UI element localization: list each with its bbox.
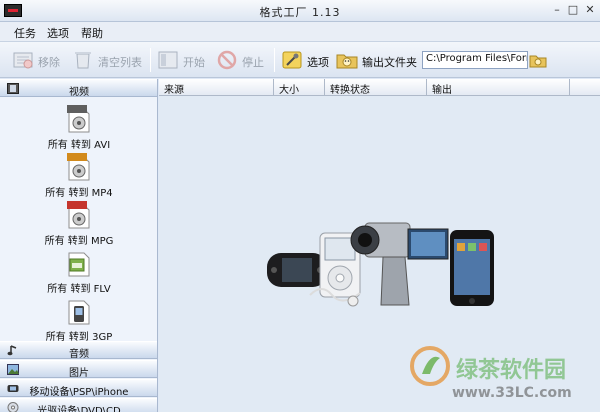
clear-list-button[interactable]: 清空列表 [72, 50, 146, 70]
format-item-avi[interactable]: 所有 转到 AVI [0, 103, 157, 151]
watermark-url: www.33LC.com [452, 385, 572, 401]
start-icon [158, 51, 178, 69]
stop-button[interactable]: 停止 [216, 50, 268, 70]
sidebar: 视频 所有 转到 AVI 所有 转到 MP4 所有 转到 MPG 所有 转到 F… [0, 79, 158, 412]
column-header-label: 大小 [279, 85, 299, 96]
options-icon [282, 51, 302, 69]
column-header-source[interactable]: 来源 [159, 79, 274, 96]
category-image[interactable]: 图片 [0, 360, 157, 379]
menu-task[interactable]: 任务 [14, 25, 36, 41]
menu-options[interactable]: 选项 [47, 25, 69, 41]
minimize-button[interactable]: – [549, 3, 565, 17]
format-item-mpg[interactable]: 所有 转到 MPG [0, 199, 157, 247]
category-video[interactable]: 视频 [0, 79, 157, 98]
column-header-label: 来源 [164, 85, 184, 96]
clear-list-icon [75, 52, 91, 69]
format-item-label: 所有 转到 AVI [47, 140, 111, 151]
folder-icon [336, 54, 358, 69]
format-item-3gp[interactable]: 所有 转到 3GP [0, 295, 157, 343]
start-label: 开始 [183, 56, 205, 69]
toolbar-separator [150, 48, 151, 72]
toolbar-separator [274, 48, 275, 72]
remove-icon [13, 52, 33, 69]
start-button[interactable]: 开始 [157, 50, 209, 70]
mpg-file-icon [67, 201, 90, 229]
category-image-label: 图片 [69, 368, 89, 379]
title-bar: 格式工厂 1.13 – □ ✕ [0, 0, 600, 22]
category-mobile-device-label: 移动设备\PSP\iPhone [29, 387, 129, 398]
clear-list-label: 清空列表 [98, 56, 142, 69]
column-header-status[interactable]: 转换状态 [325, 79, 427, 96]
close-button[interactable]: ✕ [582, 3, 598, 17]
3gp-file-icon [68, 300, 90, 325]
remove-label: 移除 [38, 56, 60, 69]
column-header-size[interactable]: 大小 [274, 79, 325, 96]
stop-icon [217, 50, 237, 70]
browse-folder-icon[interactable] [529, 51, 547, 69]
category-mobile-device[interactable]: 移动设备\PSP\iPhone [0, 379, 157, 398]
category-optical-device[interactable]: 光驱设备\DVD\CD [0, 398, 157, 412]
format-item-label: 所有 转到 MP4 [45, 188, 113, 199]
watermark-logo [410, 346, 450, 386]
category-optical-device-label: 光驱设备\DVD\CD [37, 406, 121, 412]
output-path-field[interactable]: C:\Program Files\Form [422, 51, 528, 69]
remove-button[interactable]: 移除 [12, 50, 64, 70]
mp4-file-icon [67, 153, 90, 181]
devices-illustration [267, 222, 494, 307]
output-folder-label: 输出文件夹 [362, 56, 417, 69]
options-button[interactable]: 选项 [281, 50, 329, 70]
menu-help[interactable]: 帮助 [81, 25, 103, 41]
format-item-flv[interactable]: 所有 转到 FLV [0, 247, 157, 295]
iphone-device-image [450, 230, 494, 306]
options-label: 选项 [307, 56, 329, 69]
flv-file-icon [68, 252, 90, 277]
camcorder-device-image [350, 222, 449, 306]
format-item-mp4[interactable]: 所有 转到 MP4 [0, 151, 157, 199]
format-item-label: 所有 转到 FLV [47, 284, 111, 295]
stop-label: 停止 [242, 56, 264, 69]
watermark-text: 绿茶软件园 [456, 358, 567, 383]
column-header-label: 转换状态 [330, 85, 370, 96]
column-header-label: 输出 [432, 85, 452, 96]
window-title: 格式工厂 1.13 [259, 6, 341, 19]
column-header-filler [570, 79, 600, 96]
menu-bar: 任务 选项 帮助 [0, 22, 600, 42]
format-item-label: 所有 转到 MPG [44, 236, 114, 247]
avi-file-icon [67, 105, 90, 133]
category-video-label: 视频 [69, 87, 89, 98]
toolbar: 移除 清空列表 开始 停止 选项 输出文件夹 C:\Program Files\… [0, 42, 600, 78]
psp-device-image [267, 253, 327, 287]
output-folder-button[interactable]: 输出文件夹 [336, 50, 420, 70]
category-audio-label: 音频 [69, 349, 89, 360]
maximize-button[interactable]: □ [565, 3, 581, 17]
column-header-output[interactable]: 输出 [427, 79, 570, 96]
category-audio[interactable]: 音频 [0, 341, 157, 360]
